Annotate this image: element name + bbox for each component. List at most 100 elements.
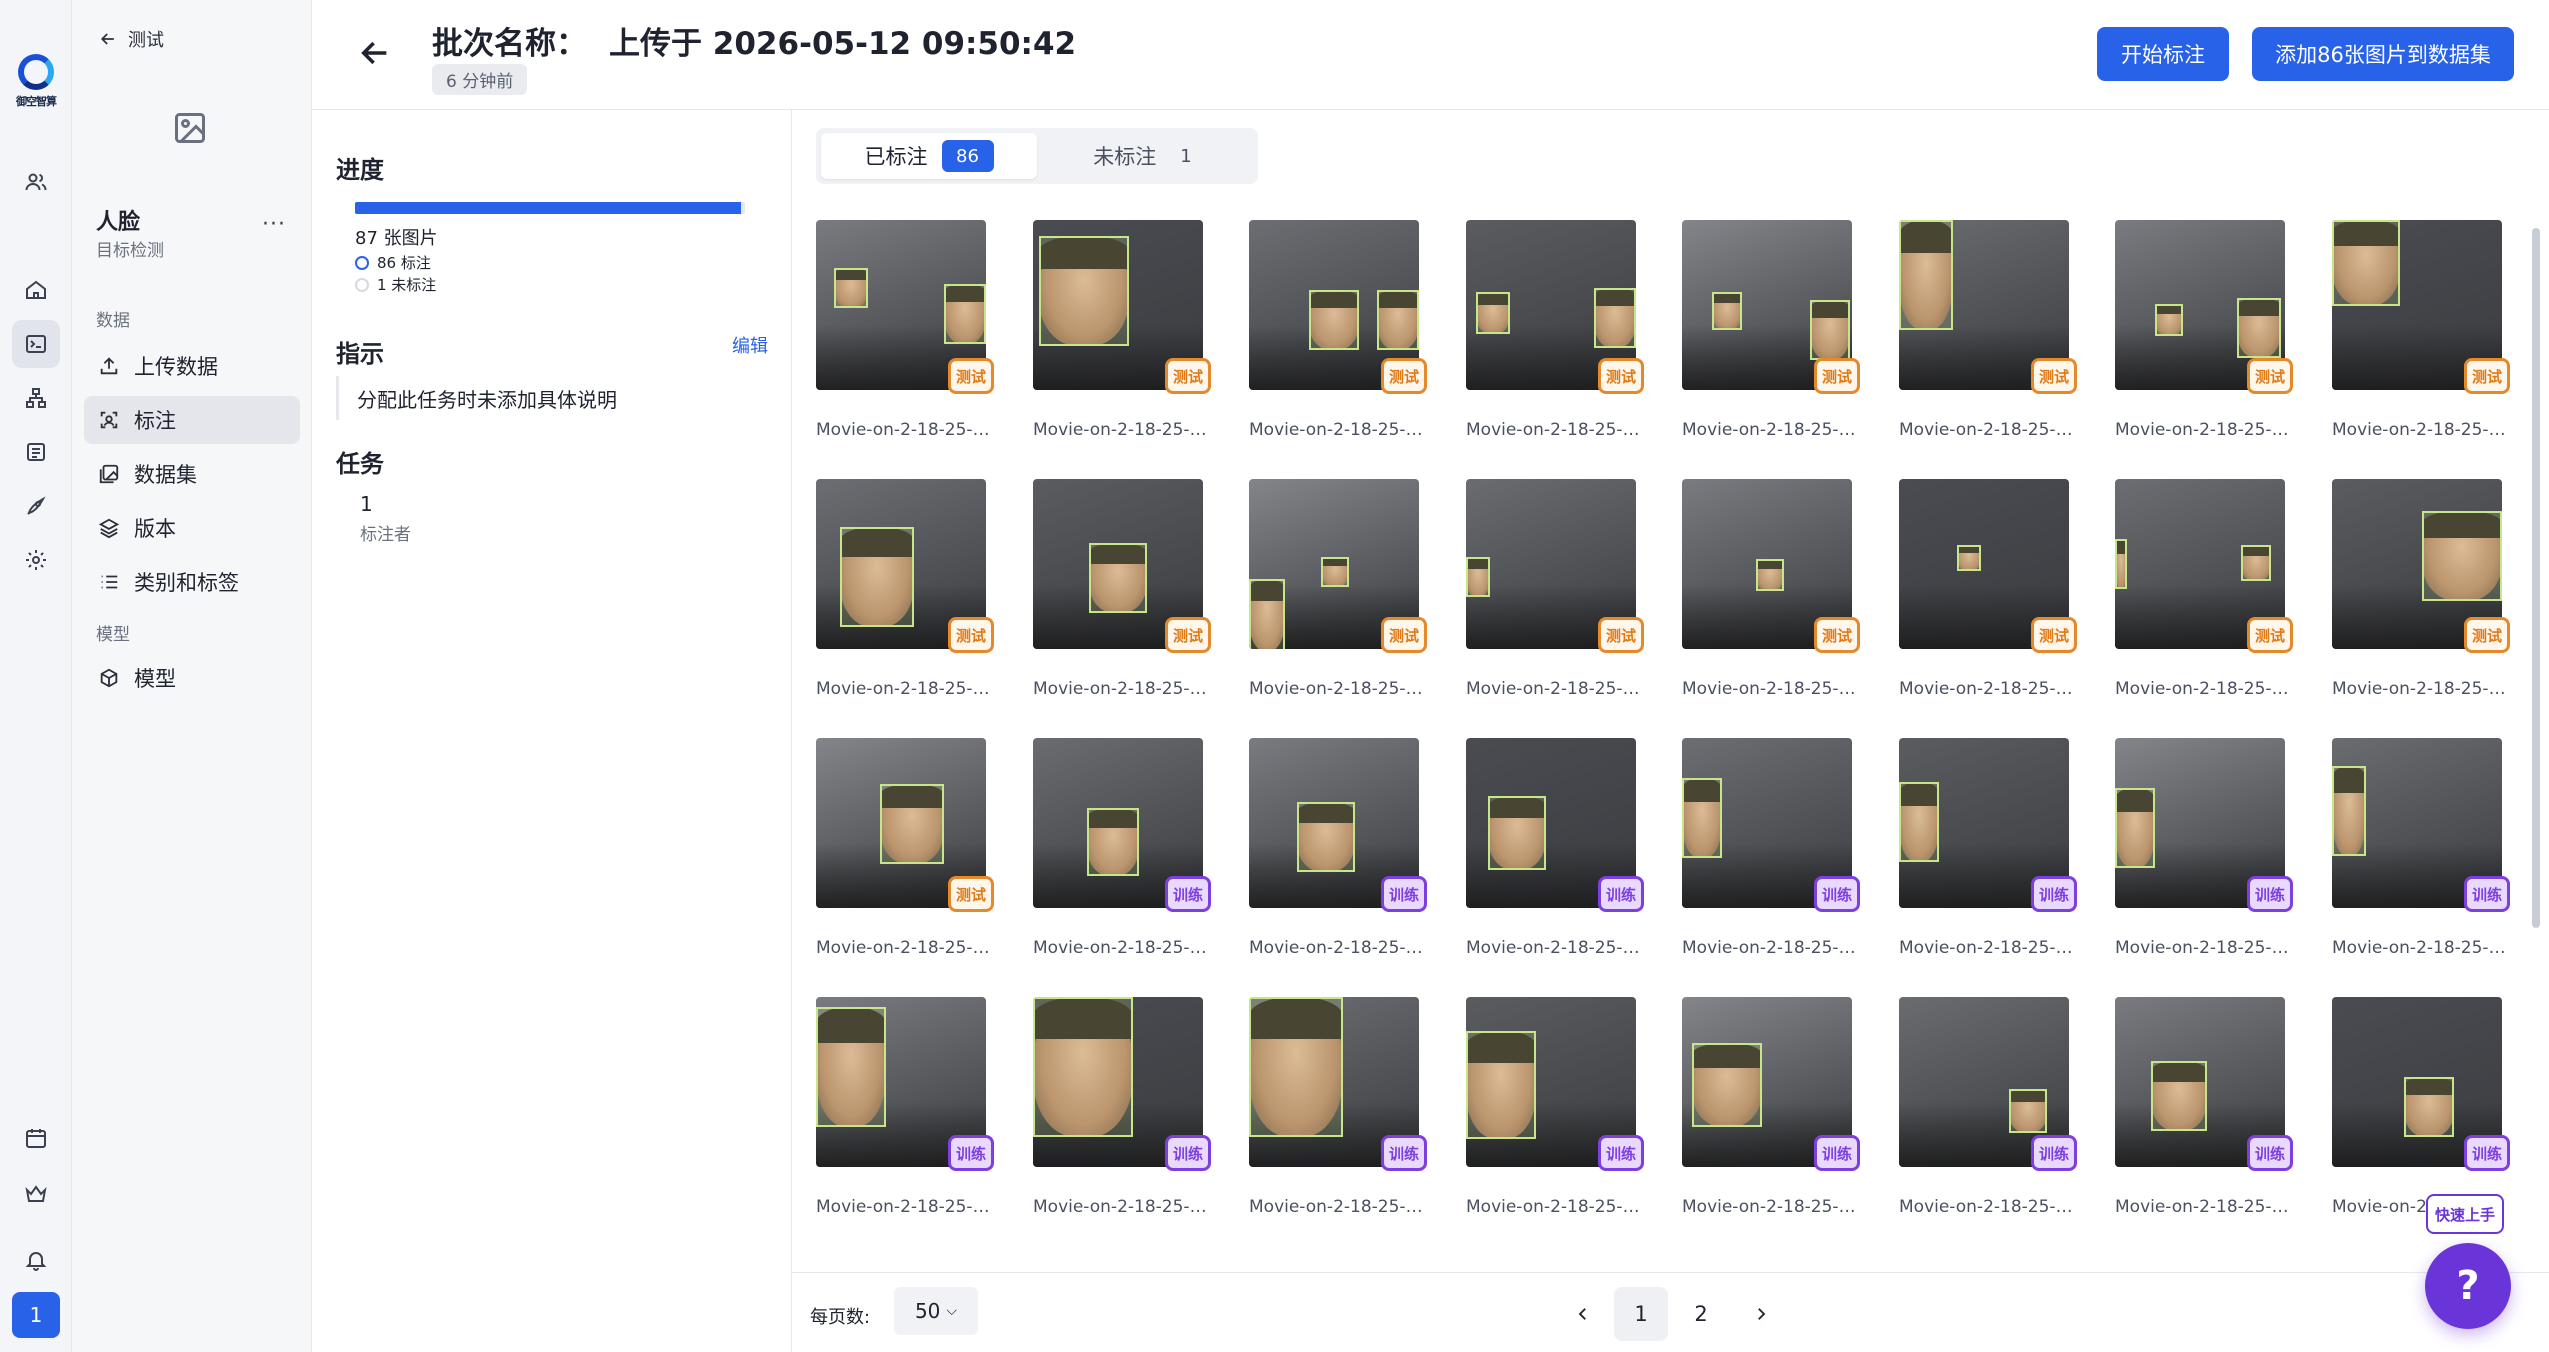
image-card[interactable]: 训练Movie-on-2-18-25-at-3.41 PM.mov <box>1899 738 2079 988</box>
bounding-box <box>1087 808 1139 876</box>
image-card[interactable]: 测试 Movie-on-2-18-25-at-3.41 PM.mov <box>1033 220 1213 470</box>
image-card[interactable]: 训练Movie-on-2-18-25-at-3.41 PM.mov <box>1249 997 1429 1220</box>
image-card[interactable]: 测试 Movie-on-2-18-25-at-3.41 PM.mov <box>816 220 996 470</box>
image-card[interactable]: 测试 Movie-on-2-18-25-at-3.41 PM.mov <box>816 479 996 729</box>
image-card[interactable]: 测试 Movie-on-2-18-25-at-3.41 PM.mov <box>1899 220 2079 470</box>
quick-start-button[interactable]: 快速上手 <box>2426 1194 2504 1234</box>
bounding-box <box>1089 543 1147 613</box>
document-icon[interactable] <box>12 428 60 476</box>
edit-instruction-link[interactable]: 编辑 <box>732 332 768 358</box>
app-logo[interactable]: 御空智算 <box>14 54 58 112</box>
section-data-label: 数据 <box>96 311 130 331</box>
image-card[interactable]: 测试 Movie-on-2-18-25-at-3.41 PM.mov <box>2115 479 2295 729</box>
image-card[interactable]: 训练Movie-on-2-18-25-at-3.41 PM.mov <box>1466 997 1646 1220</box>
image-card[interactable]: 训练Movie-on-2-18-25-at-3.41 PM.mov <box>1899 997 2079 1220</box>
bounding-box <box>1476 292 1510 334</box>
image-card[interactable]: 训练Movie-on-2-18-25-at-3.41 PM.mov <box>1033 738 1213 988</box>
image-card[interactable]: 测试 Movie-on-2-18-25-at-3.41 PM.mov <box>1466 220 1646 470</box>
page-2-button[interactable]: 2 <box>1674 1287 1728 1341</box>
split-tag-train: 训练 <box>1814 876 1860 912</box>
split-tag-train: 训练 <box>1814 1135 1860 1171</box>
terminal-icon[interactable] <box>12 320 60 368</box>
annotated-count-row: 86 标注 <box>355 252 431 273</box>
nav-model[interactable]: 模型 <box>84 654 300 702</box>
image-filename: Movie-on-2-18-25-at-3.41 PM.mov <box>1466 420 1646 440</box>
tab-count: 1 <box>1180 145 1192 167</box>
users-icon[interactable] <box>12 158 60 206</box>
calendar-icon[interactable] <box>12 1114 60 1162</box>
image-filename: Movie-on-2-18-25-at-3.41 PM.mov <box>1033 1197 1213 1217</box>
start-annotating-button[interactable]: 开始标注 <box>2097 27 2229 81</box>
image-card[interactable]: 训练Movie-on-2-18-25-at-3.41 PM.mov <box>816 997 996 1220</box>
image-card[interactable]: 训练Movie-on-2-18-25-at-3.41 PM.mov <box>2115 997 2295 1220</box>
bounding-box <box>1594 288 1636 348</box>
page-1-button[interactable]: 1 <box>1614 1287 1668 1341</box>
add-to-dataset-button[interactable]: 添加86张图片到数据集 <box>2252 27 2514 81</box>
split-tag-test: 测试 <box>1165 617 1211 653</box>
split-tag-train: 训练 <box>1381 876 1427 912</box>
image-card[interactable]: 测试 Movie-on-2-18-25-at-3.41 PM.mov <box>1466 479 1646 729</box>
image-card[interactable]: 训练Movie-on-2-18-25-at-3.41 PM.mov <box>1682 997 1862 1220</box>
per-page-select[interactable]: 50 ⌵ <box>894 1287 978 1335</box>
image-filename: Movie-on-2-18-25-at-3.41 PM.mov <box>816 679 996 699</box>
next-page-button[interactable] <box>1734 1287 1788 1341</box>
image-card[interactable]: 训练Movie-on-2-18-25-at-3.41 PM.mov <box>1033 997 1213 1220</box>
image-card[interactable]: 训练Movie-on-2-18-25-at-3.41 PM.mov <box>1249 738 1429 988</box>
progress-title: 进度 <box>336 156 384 184</box>
back-button[interactable] <box>358 36 394 72</box>
image-card[interactable]: 测试 Movie-on-2-18-25-at-3.41 PM.mov <box>816 738 996 988</box>
crown-icon[interactable] <box>12 1170 60 1218</box>
total-images: 87 张图片 <box>355 228 438 249</box>
split-tag-test: 测试 <box>1814 617 1860 653</box>
home-icon[interactable] <box>12 266 60 314</box>
split-tag-test: 测试 <box>948 358 994 394</box>
tab-annotated[interactable]: 已标注 86 <box>821 133 1037 179</box>
prev-page-button[interactable] <box>1556 1287 1610 1341</box>
bounding-box <box>2332 220 2400 306</box>
image-card[interactable]: 测试 Movie-on-2-18-25-at-3.41 PM.mov <box>1899 479 2079 729</box>
bounding-box <box>1899 220 1953 330</box>
image-card[interactable]: 训练Movie-on-2-18-25-at-3.41 PM.mov <box>2332 997 2512 1220</box>
chevron-left-icon <box>1578 1308 1586 1320</box>
nav-classes-tags[interactable]: 类别和标签 <box>84 558 300 606</box>
rocket-icon[interactable] <box>12 482 60 530</box>
sitemap-icon[interactable] <box>12 374 60 422</box>
image-card[interactable]: 测试 Movie-on-2-18-25-at-3.41 PM.mov <box>1682 479 1862 729</box>
tab-unannotated[interactable]: 未标注 1 <box>1042 133 1253 179</box>
image-card[interactable]: 训练Movie-on-2-18-25-at-3.41 PM.mov <box>2115 738 2295 988</box>
nav-label: 类别和标签 <box>134 571 239 595</box>
bounding-box <box>834 268 868 308</box>
split-tag-test: 测试 <box>2464 617 2510 653</box>
scrollbar-thumb[interactable] <box>2532 228 2540 928</box>
bounding-box <box>1466 1031 1536 1139</box>
image-card[interactable]: 训练Movie-on-2-18-25-at-3.41 PM.mov <box>1466 738 1646 988</box>
user-badge[interactable]: 1 <box>12 1292 60 1338</box>
image-filename: Movie-on-2-18-25-at-3.41 PM.mov <box>1682 420 1862 440</box>
back-to-workspace[interactable]: 测试 <box>98 26 164 52</box>
help-button[interactable]: ? <box>2425 1243 2511 1329</box>
bounding-box <box>2151 1061 2207 1131</box>
split-tag-test: 测试 <box>1165 358 1211 394</box>
image-card[interactable]: 测试 Movie-on-2-18-25-at-3.41 PM.mov <box>1033 479 1213 729</box>
image-card[interactable]: 测试 Movie-on-2-18-25-at-3.41 PM.mov <box>2115 220 2295 470</box>
pagination-bar: 每页数: 50 ⌵ 1 2 <box>792 1272 2549 1352</box>
image-card[interactable]: 测试 Movie-on-2-18-25-at-3.41 PM.mov <box>1249 220 1429 470</box>
image-card[interactable]: 测试 Movie-on-2-18-25-at-3.41 PM.mov <box>2332 220 2512 470</box>
nav-annotate[interactable]: 标注 <box>84 396 300 444</box>
project-type: 目标检测 <box>96 241 164 261</box>
image-card[interactable]: 训练Movie-on-2-18-25-at-3.41 PM.mov <box>1682 738 1862 988</box>
bounding-box <box>2115 788 2155 868</box>
gear-icon[interactable] <box>12 536 60 584</box>
image-filename: Movie-on-2-18-25-at-3.41 PM.mov <box>1899 679 2079 699</box>
more-options-icon[interactable]: ··· <box>262 212 286 237</box>
task-title: 任务 <box>336 450 384 478</box>
image-card[interactable]: 测试 Movie-on-2-18-25-at-3.41 PM.mov <box>2332 479 2512 729</box>
nav-versions[interactable]: 版本 <box>84 504 300 552</box>
bounding-box <box>2241 545 2271 581</box>
nav-dataset[interactable]: 数据集 <box>84 450 300 498</box>
nav-upload-data[interactable]: 上传数据 <box>84 342 300 390</box>
image-card[interactable]: 训练Movie-on-2-18-25-at-3.41 PM.mov <box>2332 738 2512 988</box>
bell-icon[interactable] <box>12 1236 60 1284</box>
image-card[interactable]: 测试 Movie-on-2-18-25-at-3.41 PM.mov <box>1249 479 1429 729</box>
image-card[interactable]: 测试 Movie-on-2-18-25-at-3.41 PM.mov <box>1682 220 1862 470</box>
